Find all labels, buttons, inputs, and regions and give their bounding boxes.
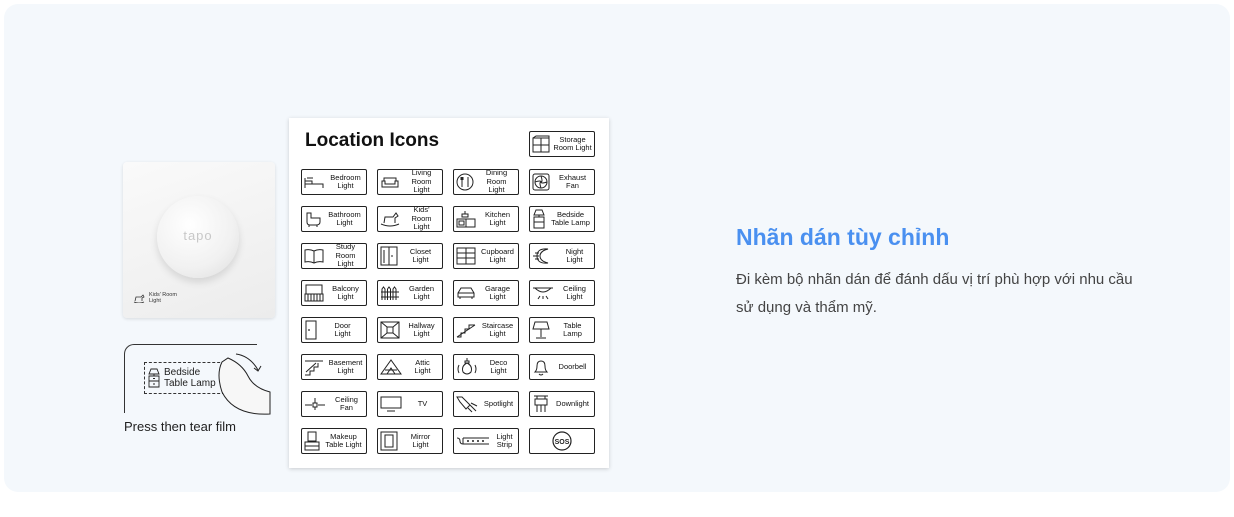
car-icon — [457, 287, 475, 299]
feature-headline: Nhãn dán tùy chỉnh — [736, 224, 950, 250]
makeup-mirror-icon — [304, 431, 320, 451]
tile-storage-room-light: Storage Room Light — [529, 131, 595, 157]
tile-makeup-table-light: Makeup Table Light — [301, 428, 367, 454]
tile-ceiling-fan: Ceiling Fan — [301, 391, 367, 417]
bed-icon — [304, 177, 324, 188]
tv-icon — [380, 396, 402, 412]
tile-cupboard-light: Cupboard Light — [453, 243, 519, 269]
tile-exhaust-fan: Exhaust Fan — [529, 169, 595, 195]
location-icons-sheet: Location Icons Storage Room Light Bedroo… — [289, 118, 609, 468]
feature-description: Đi kèm bộ nhãn dán để đánh dấu vị trí ph… — [736, 271, 1133, 316]
device-sticker-label: Kids' Room Light — [149, 292, 177, 304]
brand-logo: tapo — [183, 228, 213, 243]
tile-attic-light: Attic Light — [377, 354, 443, 380]
spotlight-icon — [456, 396, 478, 413]
downlight-icon — [534, 395, 548, 412]
stairs-icon — [456, 324, 476, 338]
tile-deco-light: Deco Light — [453, 354, 519, 380]
bathtub-icon — [306, 212, 321, 227]
tile-doorbell: Doorbell — [529, 354, 595, 380]
mirror-icon — [380, 431, 398, 451]
tile-door-light: Door Light — [301, 317, 367, 343]
tile-basement-light: Basement Light — [301, 354, 367, 380]
fan-icon — [532, 173, 550, 191]
basement-icon — [305, 360, 323, 376]
tear-film-illustration: Bedside Table Lamp — [124, 344, 274, 416]
tear-caption: Press then tear film — [124, 419, 236, 434]
tile-light-strip: Light Strip — [453, 428, 519, 454]
attic-icon — [380, 359, 402, 375]
tile-dining-room-light: Dining Room Light — [453, 169, 519, 195]
tile-garden-light: Garden Light — [377, 280, 443, 306]
closet-icon — [380, 246, 398, 266]
tile-staircase-light: Staircase Light — [453, 317, 519, 343]
peel-film-icon — [218, 353, 271, 415]
tile-table-lamp: Table Lamp — [529, 317, 595, 343]
smart-dimmer-device: tapo Kids' Room Light — [123, 162, 275, 318]
tile-downlight: Downlight — [529, 391, 595, 417]
tile-night-light: Night Light — [529, 243, 595, 269]
tile-bathroom-light: Bathroom Light — [301, 206, 367, 232]
tile-tv: TV — [377, 391, 443, 417]
tile-hallway-light: Hallway Light — [377, 317, 443, 343]
moon-icon — [533, 248, 549, 264]
tile-bedroom-light: Bedroom Light — [301, 169, 367, 195]
deco-bulb-icon — [457, 358, 477, 375]
sheet-title: Location Icons — [305, 130, 440, 151]
kitchen-icon — [456, 211, 476, 228]
tile-kitchen-light: Kitchen Light — [453, 206, 519, 232]
ceiling-light-icon — [533, 287, 553, 300]
tile-garage-light: Garage Light — [453, 280, 519, 306]
tile-kids-room-light: Kids' Room Light — [377, 206, 443, 232]
bedside-lamp-icon — [533, 209, 545, 229]
tile-spotlight: Spotlight — [453, 391, 519, 417]
dining-icon — [456, 173, 474, 191]
sos-icon: SOS — [552, 431, 572, 451]
dimmer-knob: tapo — [157, 196, 239, 278]
rocking-horse-icon — [380, 212, 400, 227]
sos-text: SOS — [555, 439, 570, 446]
door-icon — [305, 320, 317, 340]
tile-ceiling-light: Ceiling Light — [529, 280, 595, 306]
ceiling-fan-icon — [305, 398, 325, 410]
light-strip-icon — [456, 437, 489, 445]
tile-mirror-light: Mirror Light — [377, 428, 443, 454]
tile-sos: SOS — [529, 428, 595, 454]
tile-closet-light: Closet Light — [377, 243, 443, 269]
bell-icon — [533, 360, 549, 376]
tile-bedside-table-lamp: Bedside Table Lamp — [529, 206, 595, 232]
storage-icon — [532, 135, 550, 153]
sofa-icon — [381, 177, 399, 188]
book-icon — [304, 249, 324, 264]
tile-study-room-light: Study Room Light — [301, 243, 367, 269]
tile-balcony-light: Balcony Light — [301, 280, 367, 306]
cupboard-icon — [456, 247, 476, 265]
balcony-icon — [304, 284, 324, 302]
device-sticker: Kids' Room Light — [133, 292, 177, 304]
hallway-icon — [380, 321, 400, 339]
fence-icon — [381, 286, 399, 300]
table-lamp-icon — [532, 321, 550, 339]
tile-living-room-light: Living Room Light — [377, 169, 443, 195]
rocking-horse-icon — [133, 293, 145, 303]
